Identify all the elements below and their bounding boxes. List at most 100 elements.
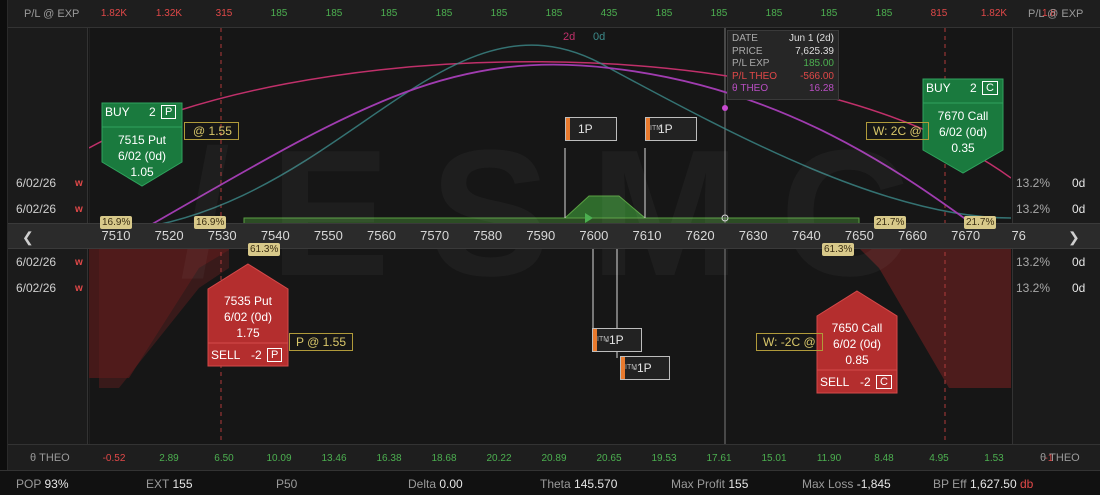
side-label: BUY [105, 105, 130, 119]
card-body: 7535 Put 6/02 (0d) 1.75 [207, 293, 289, 341]
call-wing-label-upper[interactable]: W: 2C @ [866, 122, 929, 140]
risk-graph-window: P/L @ EXP 1.82K 1.32K 315 185 185 185 185 185 18… [0, 0, 1100, 495]
theta-value: 1.53 [984, 453, 1004, 464]
info-date-value: Jun 1 (2d) [788, 33, 834, 44]
option-expiry: 6/02 (0d) [223, 310, 273, 324]
pl-exp-row: P/L @ EXP 1.82K 1.32K 315 185 185 185 185 185 18… [8, 0, 1100, 28]
buy-call-order-card[interactable]: BUY 2 C 7670 Call 6/02 (0d) 0.35 [922, 78, 1004, 174]
pl-exp-value: 185 [875, 8, 893, 19]
leg-flag[interactable]: ITM -1P [620, 356, 670, 380]
theta-value: 8.48 [874, 453, 894, 464]
scroll-right-arrow[interactable]: ❯ [1068, 229, 1080, 246]
pl-exp-value: 185 [435, 8, 453, 19]
side-label: SELL [820, 375, 850, 389]
price-tick: 7620 [685, 228, 715, 243]
put-wing-label-upper[interactable]: @ 1.55 [184, 122, 239, 140]
theta-value: 16.38 [376, 453, 402, 464]
option-price: 1.75 [236, 326, 260, 340]
card-header: BUY 2 P [101, 102, 183, 124]
probability-label: 61.3% [822, 243, 855, 256]
info-theta-key: θ THEO [732, 83, 769, 94]
info-pltheo-key: P/L THEO [732, 70, 778, 82]
price-tick: 7530 [207, 228, 237, 243]
put-wing-label-lower[interactable]: P @ 1.55 [289, 333, 353, 351]
type-badge[interactable]: C [876, 375, 892, 389]
price-tick: 7670 [951, 228, 981, 243]
theta-row: θ THEO -0.52 2.89 6.50 10.09 13.46 16.38 18.68… [8, 444, 1100, 470]
theta-value: 17.61 [706, 453, 732, 464]
theta-label-right: θ THEO [1040, 452, 1080, 464]
theta-value: 10.09 [266, 453, 292, 464]
qty-label: 2 [970, 81, 977, 95]
stat-delta: Delta 0.00 [408, 477, 463, 491]
type-badge[interactable]: P [267, 348, 283, 362]
dte-label: 0d [1072, 202, 1086, 216]
stat-ext: EXT 155 [146, 477, 193, 491]
pl-exp-value: 185 [490, 8, 508, 19]
pl-exp-value: 185 [655, 8, 673, 19]
option-expiry: 6/02 (0d) [832, 337, 882, 351]
theta-value: 20.22 [486, 453, 512, 464]
info-price-key: PRICE [732, 45, 763, 57]
buy-put-order-card[interactable]: BUY 2 P 7515 Put 6/02 (0d) 1.05 [101, 102, 183, 187]
pl-exp-value: 185 [270, 8, 288, 19]
itm-tag: ITM [625, 364, 638, 371]
legend-0d: 0d [593, 31, 606, 43]
weekly-tag: w [75, 283, 83, 294]
pl-exp-value: 185 [765, 8, 783, 19]
leg-flag[interactable]: ITM 1P [645, 117, 697, 141]
type-badge[interactable]: C [982, 81, 998, 95]
dte-label: 0d [1072, 281, 1086, 295]
stat-bp-eff: BP Eff 1,627.50 db [933, 477, 1034, 491]
dte-label: 0d [1072, 176, 1086, 190]
pl-exp-value: 185 [380, 8, 398, 19]
info-date-key: DATE [732, 33, 758, 44]
option-desc: 7515 Put [117, 133, 167, 147]
price-tick: 7540 [260, 228, 290, 243]
theta-value: 11.90 [816, 453, 842, 464]
card-footer: SELL -2 P [207, 345, 289, 367]
price-tick: 7580 [473, 228, 503, 243]
probability-label: 16.9% [194, 216, 227, 229]
sell-put-order-card[interactable]: 7535 Put 6/02 (0d) 1.75 SELL -2 P [207, 263, 289, 367]
probability-label: 61.3% [248, 243, 281, 256]
price-tick: 7520 [154, 228, 184, 243]
theta-value: -0.52 [102, 453, 126, 464]
theta-value: 15.01 [761, 453, 787, 464]
pl-exp-value: 315 [215, 8, 233, 19]
theta-value: 13.46 [321, 453, 347, 464]
theta-value: 6.50 [214, 453, 234, 464]
card-body: 7670 Call 6/02 (0d) 0.35 [922, 108, 1004, 156]
price-tick: 7570 [420, 228, 450, 243]
leg-flag-marker [566, 118, 570, 140]
stat-max-loss: Max Loss -1,845 [802, 477, 891, 491]
theta-value: 4.95 [929, 453, 949, 464]
iv-label: 13.2% [1016, 255, 1051, 269]
pl-exp-value: 1.32K [155, 8, 183, 19]
price-tick: 76 [1011, 228, 1026, 243]
stat-theta: Theta 145.570 [540, 477, 618, 491]
call-wing-label-lower[interactable]: W: -2C @ [756, 333, 823, 351]
stat-max-profit: Max Profit 155 [671, 477, 749, 491]
theta-label: θ THEO [30, 452, 70, 464]
leg-flag[interactable]: 1P [565, 117, 617, 141]
type-badge[interactable]: P [161, 105, 177, 119]
card-header: BUY 2 C [922, 78, 1004, 100]
option-desc: 7535 Put [223, 294, 273, 308]
scroll-left-arrow[interactable]: ❮ [22, 229, 34, 246]
expiry-label: 6/02/26 [16, 176, 57, 190]
pl-exp-value: 185 [545, 8, 563, 19]
weekly-tag: w [75, 178, 83, 189]
leg-flag[interactable]: ITM -1P [592, 328, 642, 352]
pl-exp-value: 815 [930, 8, 948, 19]
itm-tag: ITM [597, 336, 610, 343]
weekly-tag: w [75, 257, 83, 268]
iv-label: 13.2% [1016, 176, 1051, 190]
info-theta-value: 16.28 [808, 83, 834, 94]
expiry-label: 6/02/26 [16, 281, 57, 295]
info-price-value: 7,625.39 [795, 45, 834, 57]
option-expiry: 6/02 (0d) [938, 125, 988, 139]
sell-call-order-card[interactable]: 7650 Call 6/02 (0d) 0.85 SELL -2 C [816, 290, 898, 394]
theta-value: 20.65 [596, 453, 622, 464]
expiry-label: 6/02/26 [16, 255, 57, 269]
